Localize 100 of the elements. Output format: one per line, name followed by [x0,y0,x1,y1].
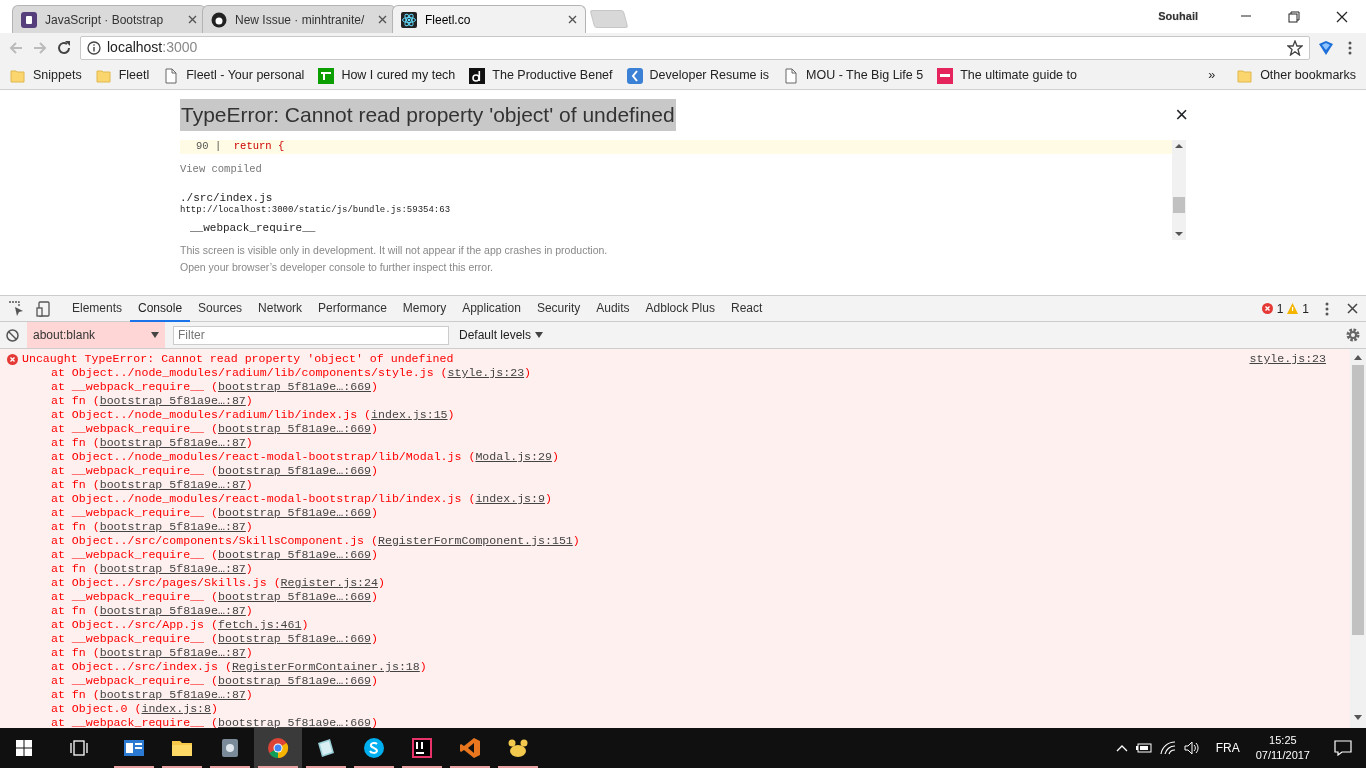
folder-icon [95,67,112,84]
start-icon[interactable] [16,740,32,756]
devtools-tab[interactable]: Audits [588,295,638,322]
settings-icon[interactable] [1346,328,1360,342]
source-link[interactable]: RegisterFormComponent.js:151 [378,534,573,547]
clear-console-icon[interactable] [6,328,19,342]
bookmark[interactable]: MOU - The Big Life 5 [783,66,924,85]
folder-icon [10,67,26,84]
devtools-tab[interactable]: Memory [394,295,455,322]
bookmark[interactable]: The ultimate guide to [937,66,1077,85]
folder-icon [1237,67,1254,84]
source-link[interactable]: bootstrap 5f81a9e…:87 [99,646,246,659]
stack-frame: at Object../src/index.js (RegisterFormContainer.js:18) [7,660,1350,674]
page-icon [163,67,180,84]
battery-icon[interactable] [1135,743,1152,753]
source-link[interactable]: fetch.js:461 [218,618,302,631]
view-compiled-link[interactable]: View compiled [180,163,1172,176]
devtools-tab[interactable]: Elements [64,295,131,322]
source-link[interactable]: style.js:23 [447,366,525,379]
extension-icon[interactable] [1318,39,1334,56]
square-icon [937,67,954,84]
chevron-up-icon[interactable] [1115,744,1128,752]
stack-frame: at Object../src/pages/Skills.js (Register.js:24) [7,576,1350,590]
stack-frame: at fn (bootstrap 5f81a9e…:87) [7,688,1350,702]
stack-frame: at Object.0 (index.js:8) [7,702,1350,716]
source-link[interactable]: bootstrap 5f81a9e…:669 [218,674,372,687]
notification-icon[interactable] [1334,740,1352,756]
close-icon[interactable] [568,15,577,24]
wifi-icon[interactable] [1159,741,1176,755]
stack-frame: at fn (bootstrap 5f81a9e…:87) [7,604,1350,618]
square-icon [318,67,335,84]
devtools-tab[interactable]: Application [454,295,529,322]
bookmark[interactable]: Fleetl [95,66,150,85]
close-icon[interactable] [1347,303,1358,314]
stack-frame: at fn (bootstrap 5f81a9e…:87) [7,394,1350,408]
source-link[interactable]: bootstrap 5f81a9e…:87 [99,688,246,701]
star-icon[interactable] [1287,39,1303,56]
close-icon[interactable] [1336,10,1348,23]
chevron-icon [626,67,643,84]
source-link[interactable]: bootstrap 5f81a9e…:669 [218,380,372,393]
filter-field[interactable]: Filter [173,325,449,345]
source-link[interactable]: index.js:15 [371,408,448,421]
source-link[interactable]: bootstrap 5f81a9e…:669 [218,422,372,435]
devtools-tab[interactable]: Performance [310,295,395,322]
source-link[interactable]: bootstrap 5f81a9e…:87 [99,436,246,449]
bookmark[interactable]: Other bookmarks [1237,66,1356,85]
taskbar-app[interactable] [254,728,302,768]
bookmark[interactable]: Developer Resume is [626,66,770,85]
bookmark[interactable]: How I cured my tech [318,66,456,85]
source-link[interactable]: bootstrap 5f81a9e…:669 [218,506,372,519]
restore-icon[interactable] [1288,10,1300,23]
source-link[interactable]: bootstrap 5f81a9e…:87 [99,604,246,617]
page-icon [783,67,800,84]
warning-icon [1287,303,1299,314]
task-view-icon[interactable] [70,740,88,756]
source-link[interactable]: bootstrap 5f81a9e…:669 [218,548,372,561]
more-bookmarks-button[interactable]: » [1208,66,1216,85]
source-link[interactable]: bootstrap 5f81a9e…:669 [218,590,372,603]
devtools-tab[interactable]: React [722,295,771,322]
bookmark[interactable]: Snippets [10,66,82,85]
source-link[interactable]: RegisterFormContainer.js:18 [231,660,420,673]
language-indicator[interactable]: FRA [1215,739,1240,757]
source-link[interactable]: index.js:8 [141,702,212,715]
address-bar[interactable]: localhost:3000 [80,35,1310,60]
browser-tab[interactable]: Fleetl.co [392,5,586,33]
bookmark[interactable]: Fleetl - Your personal [163,66,305,85]
chrome-icon [267,737,289,759]
source-link[interactable]: Modal.js:29 [475,450,552,463]
context-dropdown[interactable]: about:blank [27,322,165,348]
devtools-tab[interactable]: Network [250,295,311,322]
url-text: localhost:3000 [107,38,199,57]
devtools-tab[interactable]: Security [528,295,589,322]
source-link[interactable]: bootstrap 5f81a9e…:669 [218,716,372,728]
scrollbar[interactable] [1350,349,1366,728]
device-icon[interactable] [36,300,52,317]
bookmark[interactable]: The Productive Benef [469,66,613,85]
stack-frame: at Object../node_modules/react-modal-bootstrap/lib/Modal.js (Modal.js:29) [7,450,1350,464]
source-link[interactable]: bootstrap 5f81a9e…:87 [99,520,246,533]
volume-icon[interactable] [1183,741,1200,755]
profile-name[interactable]: Souhail [1158,8,1198,25]
source-link[interactable]: bootstrap 5f81a9e…:87 [99,478,246,491]
devtools-tab[interactable]: Adblock Plus [637,295,723,322]
source-link[interactable]: bootstrap 5f81a9e…:87 [99,394,246,407]
stack-frame: at __webpack_require__ (bootstrap 5f81a9e…:669) [7,380,1350,394]
inspect-icon[interactable] [8,300,24,317]
devtools-tab[interactable]: Sources [190,295,251,322]
stack-frame: at __webpack_require__ (bootstrap 5f81a9e…:669) [7,506,1350,520]
source-link[interactable]: bootstrap 5f81a9e…:669 [218,632,372,645]
source-link[interactable]: style.js:23 [1249,352,1326,366]
stack-frame: at Object../node_modules/react-modal-bootstrap/lib/index.js (index.js:9) [7,492,1350,506]
menu-icon[interactable] [1325,301,1329,316]
source-link[interactable]: Register.js:24 [280,576,378,589]
close-button[interactable]: × [1175,104,1188,126]
source-link[interactable]: bootstrap 5f81a9e…:87 [99,562,246,575]
reload-icon[interactable] [56,39,72,56]
stack-frame: at fn (bootstrap 5f81a9e…:87) [7,520,1350,534]
source-link[interactable]: bootstrap 5f81a9e…:669 [218,464,372,477]
levels-dropdown[interactable]: Default levels [459,326,544,344]
source-link[interactable]: index.js:9 [475,492,545,505]
stack-frame: at fn (bootstrap 5f81a9e…:87) [7,478,1350,492]
